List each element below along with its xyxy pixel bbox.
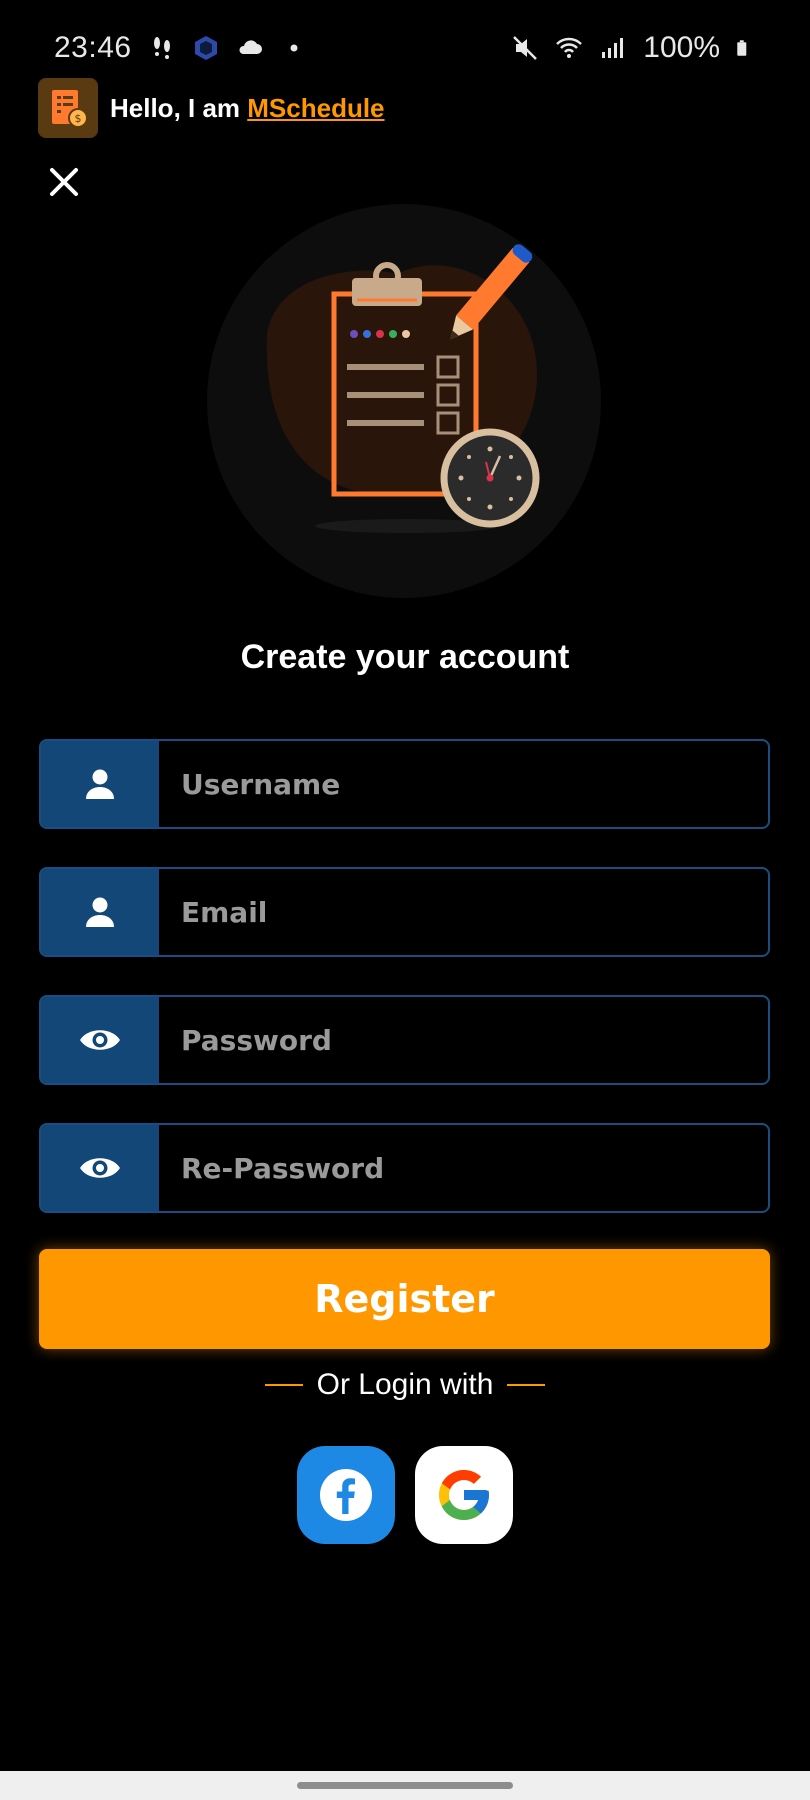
close-icon[interactable] [44, 162, 84, 202]
eye-icon [80, 1030, 120, 1050]
divider-line-right [507, 1384, 546, 1386]
email-icon-box [41, 869, 159, 955]
register-button[interactable]: Register [39, 1249, 770, 1349]
password-toggle[interactable] [41, 997, 159, 1083]
schedule-logo-icon: $ [52, 90, 88, 128]
or-login-label: Or Login with [316, 1368, 494, 1401]
or-login-divider: Or Login with [0, 1368, 810, 1402]
wifi-icon [556, 37, 583, 58]
system-nav-bar [0, 1771, 810, 1800]
status-left: 23:46 [54, 31, 308, 65]
status-right: 100% [511, 31, 754, 65]
repassword-input[interactable] [159, 1125, 768, 1211]
dot-icon [290, 44, 298, 52]
repassword-toggle[interactable] [41, 1125, 159, 1211]
username-input[interactable] [159, 741, 768, 827]
username-field [39, 739, 770, 829]
app-logo: $ [38, 78, 98, 138]
steps-icon [153, 37, 170, 59]
greeting-text: Hello, I am MSchedule [110, 93, 385, 124]
app-header: $ Hello, I am MSchedule [38, 78, 385, 138]
email-field [39, 867, 770, 957]
brand-link[interactable]: MSchedule [247, 93, 384, 123]
battery-icon [737, 40, 747, 56]
facebook-login-button[interactable] [297, 1446, 395, 1544]
battery-percent: 100% [643, 31, 720, 64]
status-time: 23:46 [54, 31, 132, 64]
mute-icon [513, 36, 538, 60]
password-input[interactable] [159, 997, 768, 1083]
svg-text:$: $ [75, 112, 82, 125]
page-title: Create your account [240, 638, 570, 676]
cloud-icon [239, 40, 262, 54]
google-login-button[interactable] [415, 1446, 513, 1544]
password-field [39, 995, 770, 1085]
divider-line-left [264, 1384, 303, 1386]
home-gesture-handle[interactable] [297, 1782, 513, 1789]
facebook-icon [320, 1469, 372, 1521]
clipboard-illustration [207, 204, 601, 598]
username-icon-box [41, 741, 159, 827]
eye-icon [80, 1158, 120, 1178]
signal-icon [602, 38, 624, 58]
email-input[interactable] [159, 869, 768, 955]
google-icon [439, 1470, 489, 1520]
app-cube-icon [194, 36, 217, 60]
repassword-field [39, 1123, 770, 1213]
user-icon [86, 897, 114, 927]
greeting-prefix: Hello, I am [110, 92, 248, 123]
user-icon [86, 769, 114, 799]
